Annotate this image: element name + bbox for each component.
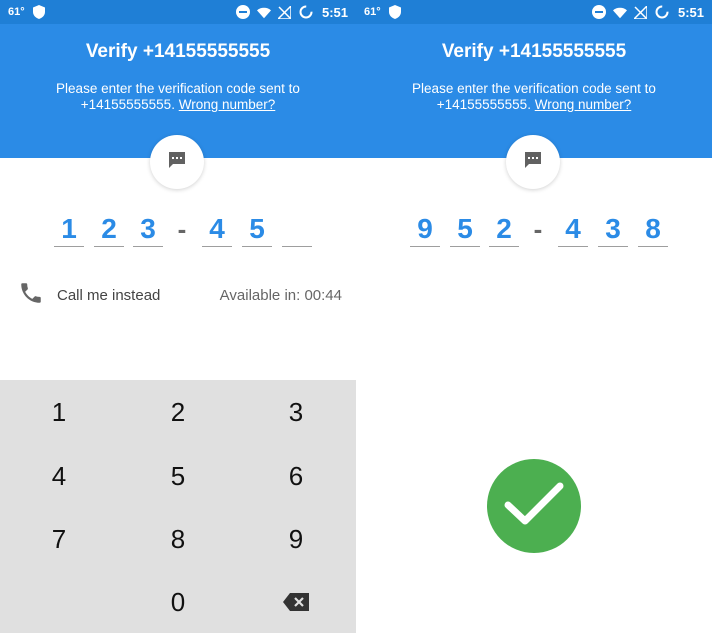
code-digit-4[interactable]: 4 [202, 212, 232, 247]
code-separator: - [177, 214, 187, 244]
code-separator: - [533, 214, 543, 244]
message-badge [150, 135, 204, 189]
code-digit-6[interactable] [282, 212, 312, 247]
page-title: Verify +14155555555 [85, 41, 271, 62]
verify-screen-entering: 61° 5:51 Verify +14155555555 Please ente… [0, 0, 356, 633]
code-digit-1[interactable]: 9 [410, 212, 440, 247]
code-digit-2[interactable]: 2 [94, 212, 124, 247]
code-digit-3[interactable]: 3 [133, 212, 163, 247]
available-countdown: Available in: 00:44 [219, 286, 342, 304]
no-signal-icon [278, 5, 292, 19]
do-not-disturb-icon [235, 5, 250, 19]
key-4[interactable]: 4 [9, 448, 109, 504]
battery-saver-icon [299, 5, 313, 19]
success-badge [487, 459, 581, 553]
message-icon [167, 150, 187, 175]
battery-saver-icon [655, 5, 669, 19]
code-input[interactable]: 9 5 2 - 4 3 8 [356, 212, 712, 252]
key-8[interactable]: 8 [128, 511, 228, 567]
message-icon [523, 150, 543, 175]
key-2[interactable]: 2 [128, 384, 228, 440]
code-digit-3[interactable]: 2 [489, 212, 519, 247]
clock-text: 5:51 [321, 4, 348, 20]
call-me-row: Call me instead Available in: 00:44 [18, 280, 344, 310]
key-9[interactable]: 9 [246, 511, 346, 567]
shield-icon [388, 5, 402, 19]
instructions: Please enter the verification code sent … [0, 81, 356, 113]
page-title: Verify +14155555555 [441, 41, 627, 62]
instructions: Please enter the verification code sent … [356, 81, 712, 113]
shield-icon [32, 5, 46, 19]
status-bar: 61° 5:51 [0, 0, 356, 24]
backspace-key[interactable] [246, 574, 346, 630]
clock-text: 5:51 [677, 4, 704, 20]
message-badge [506, 135, 560, 189]
phone-icon[interactable] [18, 280, 44, 311]
do-not-disturb-icon [591, 5, 606, 19]
code-digit-5[interactable]: 3 [598, 212, 628, 247]
key-1[interactable]: 1 [9, 384, 109, 440]
numeric-keypad: 1 2 3 4 5 6 7 8 9 0 [0, 380, 356, 633]
status-bar: 61° 5:51 [356, 0, 712, 24]
wrong-number-link[interactable]: Wrong number? [179, 97, 276, 112]
checkmark-icon [504, 481, 564, 532]
call-me-instead-button[interactable]: Call me instead [57, 287, 160, 304]
code-input[interactable]: 1 2 3 - 4 5 [0, 212, 356, 252]
wifi-icon [256, 5, 271, 19]
key-3[interactable]: 3 [246, 384, 346, 440]
wrong-number-link[interactable]: Wrong number? [535, 97, 632, 112]
wifi-icon [612, 5, 627, 19]
key-0[interactable]: 0 [128, 574, 228, 630]
code-digit-4[interactable]: 4 [558, 212, 588, 247]
code-digit-1[interactable]: 1 [54, 212, 84, 247]
key-5[interactable]: 5 [128, 448, 228, 504]
temperature-text: 61° [364, 6, 381, 18]
no-signal-icon [634, 5, 648, 19]
backspace-icon [283, 587, 309, 618]
code-digit-6[interactable]: 8 [638, 212, 668, 247]
code-digit-5[interactable]: 5 [242, 212, 272, 247]
temperature-text: 61° [8, 6, 25, 18]
key-6[interactable]: 6 [246, 448, 346, 504]
key-7[interactable]: 7 [9, 511, 109, 567]
verify-screen-success: 61° 5:51 Verify +14155555555 Please ente… [356, 0, 712, 633]
code-digit-2[interactable]: 5 [450, 212, 480, 247]
